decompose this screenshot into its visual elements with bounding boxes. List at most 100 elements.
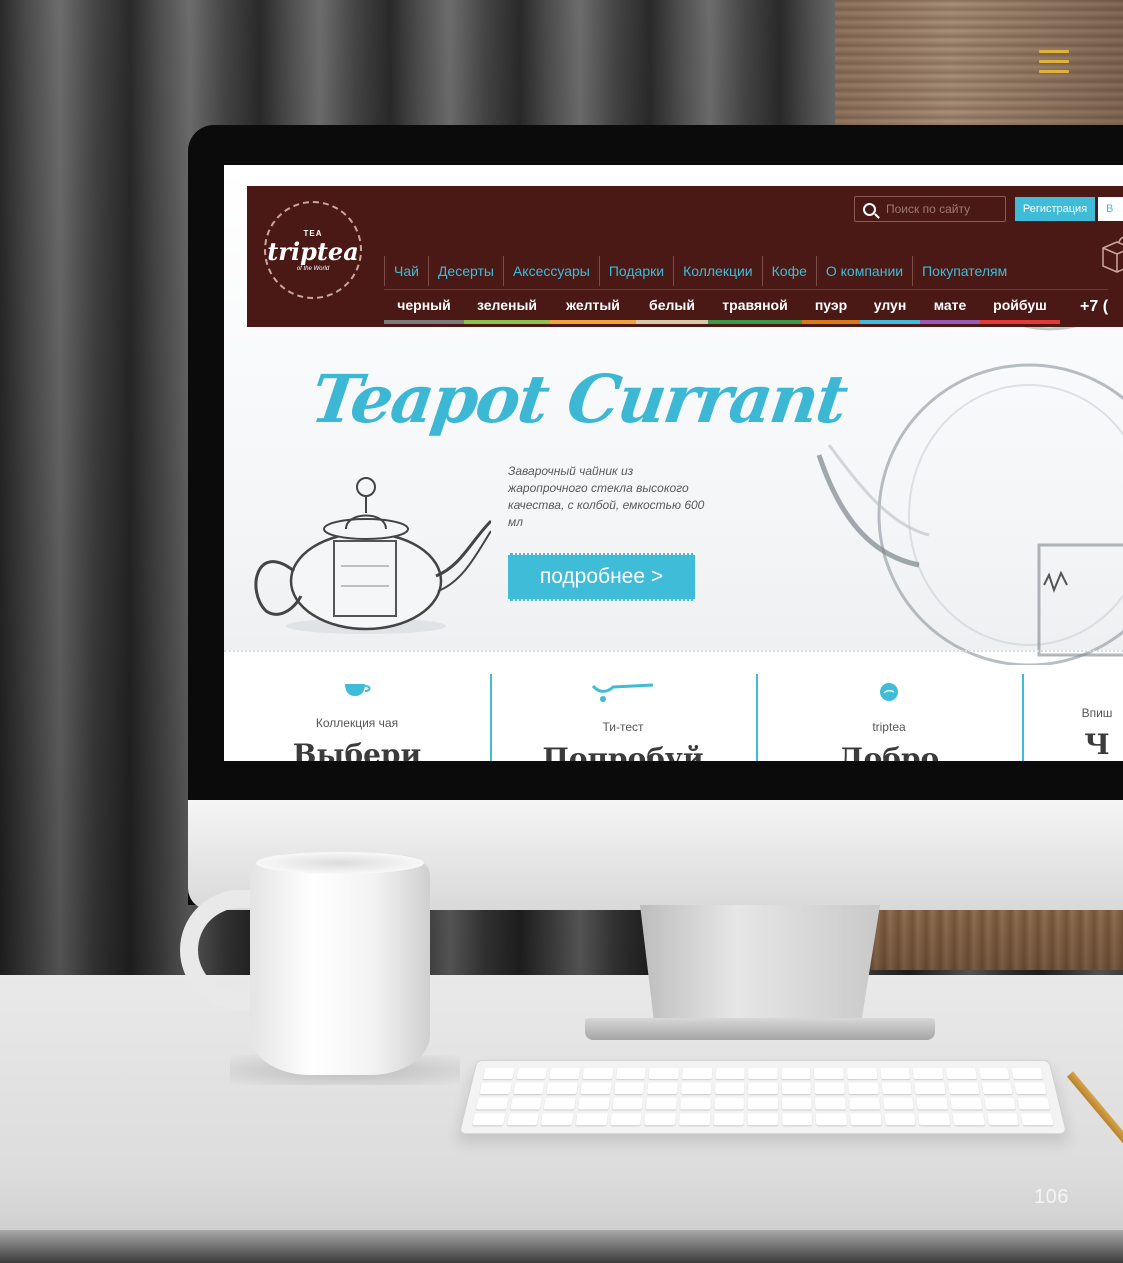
keyboard-key: [483, 1068, 515, 1079]
logo-name: triptea: [267, 238, 359, 266]
keyboard-key: [682, 1068, 712, 1079]
nav-item-desserts[interactable]: Десерты: [428, 256, 503, 286]
keyboard-key: [984, 1098, 1016, 1110]
keyboard-key: [516, 1068, 547, 1079]
keyboard-key: [981, 1083, 1013, 1094]
nav-item-collections[interactable]: Коллекции: [673, 256, 762, 286]
tea-type-rooibos[interactable]: ройбуш: [980, 290, 1060, 324]
website-screen: TEA triptea of the World Поиск по сайту …: [224, 165, 1123, 761]
cart-box-icon[interactable]: [1097, 234, 1123, 274]
keyboard: [459, 1060, 1067, 1134]
keyboard-key: [616, 1068, 646, 1079]
keyboard-key: [582, 1068, 613, 1079]
keyboard-key: [884, 1113, 916, 1125]
nav-item-customers[interactable]: Покупателям: [912, 256, 1016, 286]
keyboard-key: [919, 1113, 951, 1125]
keyboard-key: [748, 1068, 777, 1079]
keyboard-key: [1021, 1113, 1054, 1125]
keyboard-key: [987, 1113, 1019, 1125]
keyboard-key: [610, 1113, 642, 1125]
tea-type-herbal[interactable]: травяной: [708, 290, 802, 324]
search-placeholder: Поиск по сайту: [886, 202, 970, 216]
keyboard-key: [649, 1068, 679, 1079]
keyboard-key: [580, 1083, 611, 1094]
details-button[interactable]: подробнее >: [508, 553, 695, 601]
tea-type-puer[interactable]: пуэр: [802, 290, 860, 324]
keyboard-key: [646, 1098, 677, 1110]
keyboard-key: [679, 1113, 710, 1125]
nav-item-coffee[interactable]: Кофе: [762, 256, 816, 286]
tea-type-mate[interactable]: мате: [920, 290, 980, 324]
keyboard-key: [614, 1083, 645, 1094]
feature-label: Коллекция чая: [316, 716, 398, 730]
tea-type-yellow[interactable]: желтый: [550, 290, 636, 324]
keyboard-key: [748, 1098, 778, 1110]
feature-partial[interactable]: Впиш Ч: [1022, 652, 1123, 761]
tea-type-white[interactable]: белый: [636, 290, 708, 324]
hero-title: Teapot Currant: [307, 360, 851, 438]
keyboard-key: [814, 1068, 844, 1079]
login-button[interactable]: В: [1098, 197, 1123, 221]
register-button[interactable]: Регистрация: [1015, 197, 1095, 221]
keyboard-key: [815, 1083, 845, 1094]
keyboard-key: [816, 1098, 846, 1110]
feature-tea-test[interactable]: Ти-тест Попробуй: [490, 652, 756, 761]
keyboard-key: [1012, 1068, 1044, 1079]
keyboard-key: [782, 1083, 812, 1094]
keyboard-key: [513, 1083, 545, 1094]
feature-title: Выбери: [293, 738, 422, 761]
keyboard-key: [880, 1068, 910, 1079]
keyboard-key: [979, 1068, 1010, 1079]
feature-title: Попробуй: [542, 742, 703, 761]
keyboard-key: [1018, 1098, 1050, 1110]
keyboard-key: [816, 1113, 847, 1125]
feature-triptea[interactable]: triptea Добро: [756, 652, 1022, 761]
keyboard-key: [680, 1098, 710, 1110]
tea-type-oolong[interactable]: улун: [860, 290, 920, 324]
tea-type-black[interactable]: черный: [384, 290, 464, 324]
nav-item-about[interactable]: О компании: [816, 256, 912, 286]
tea-cup-icon: [343, 682, 371, 698]
nav-item-gifts[interactable]: Подарки: [599, 256, 673, 286]
page-number: 106: [1034, 1186, 1069, 1209]
mug-rim: [256, 852, 424, 874]
keyboard-key: [578, 1098, 609, 1110]
keyboard-key: [612, 1098, 643, 1110]
keyboard-key: [715, 1068, 744, 1079]
keyboard-key: [850, 1113, 881, 1125]
search-input[interactable]: Поиск по сайту: [854, 196, 1006, 222]
keyboard-key: [881, 1083, 912, 1094]
triptea-logo[interactable]: TEA triptea of the World: [264, 201, 362, 299]
hamburger-menu-icon[interactable]: [1039, 50, 1069, 74]
keyboard-key: [510, 1098, 542, 1110]
keyboard-key: [950, 1098, 982, 1110]
keyboard-key: [681, 1083, 711, 1094]
keyboard-key: [476, 1098, 508, 1110]
keyboard-key: [913, 1068, 944, 1079]
tea-type-navigation: черный зеленый желтый белый травяной пуэ…: [384, 289, 1108, 323]
keyboard-key: [953, 1113, 985, 1125]
tea-type-green[interactable]: зеленый: [464, 290, 550, 324]
keyboard-key: [782, 1098, 812, 1110]
keyboard-key: [479, 1083, 511, 1094]
teapot-product-image: [246, 471, 491, 636]
keyboard-key: [946, 1068, 977, 1079]
keyboard-key: [782, 1113, 813, 1125]
phone-number[interactable]: +7 (: [1060, 290, 1108, 324]
hero-description: Заварочный чайник из жаропрочного стекла…: [508, 463, 708, 531]
keyboard-key: [849, 1098, 880, 1110]
keyboard-key: [915, 1083, 946, 1094]
photo-scene: TEA triptea of the World Поиск по сайту …: [0, 0, 1123, 1263]
keyboard-key: [715, 1083, 745, 1094]
keyboard-key: [544, 1098, 576, 1110]
nav-item-accessories[interactable]: Аксессуары: [503, 256, 599, 286]
feature-label: triptea: [872, 720, 905, 734]
spoon-icon: [591, 682, 655, 702]
logo-subtitle: of the World: [297, 266, 329, 272]
desk-edge: [0, 1230, 1123, 1263]
feature-collection[interactable]: Коллекция чая Выбери: [224, 652, 490, 761]
keyboard-key: [472, 1113, 505, 1125]
features-row: Коллекция чая Выбери Ти-тест Попробуй tr…: [224, 652, 1123, 761]
nav-item-tea[interactable]: Чай: [384, 256, 428, 286]
keyboard-key: [883, 1098, 914, 1110]
